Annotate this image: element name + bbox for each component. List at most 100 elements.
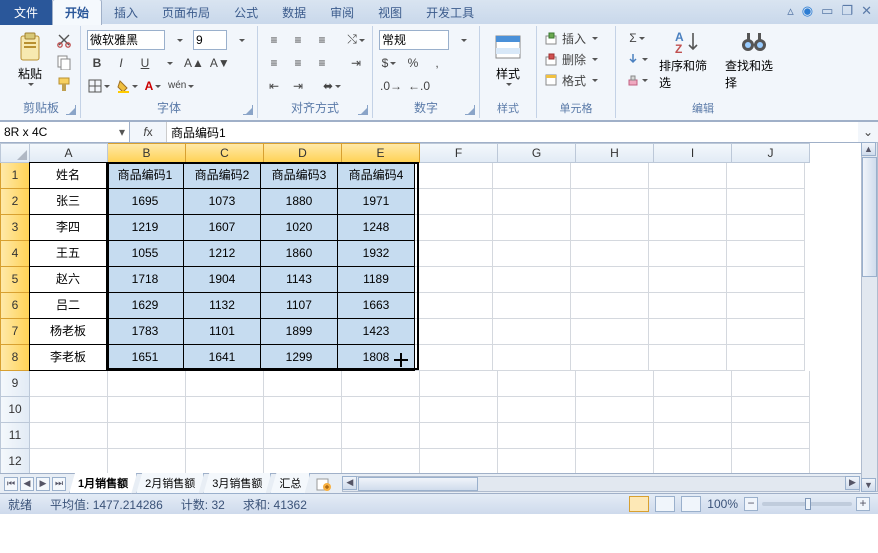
cell[interactable] <box>732 397 810 423</box>
cell[interactable]: 李四 <box>29 214 107 241</box>
horizontal-scrollbar[interactable]: ◀ ▶ <box>342 476 860 492</box>
row-header[interactable]: 8 <box>0 345 30 371</box>
clipboard-launcher-icon[interactable] <box>66 105 76 115</box>
cell[interactable] <box>571 189 649 215</box>
styles-dropdown-icon[interactable] <box>504 84 512 90</box>
cell[interactable]: 1073 <box>183 188 261 215</box>
cell[interactable] <box>186 371 264 397</box>
autosum-button[interactable]: Σ <box>622 28 652 48</box>
cell[interactable] <box>264 449 342 473</box>
cell[interactable]: 1718 <box>106 266 184 293</box>
alignment-launcher-icon[interactable] <box>358 105 368 115</box>
cell[interactable]: 1629 <box>106 292 184 319</box>
cell[interactable] <box>654 449 732 473</box>
accounting-format-button[interactable]: $ <box>379 53 399 73</box>
zoom-level[interactable]: 100% <box>707 497 738 511</box>
row-header[interactable]: 9 <box>0 371 30 397</box>
column-header[interactable]: F <box>420 143 498 163</box>
underline-dropdown-icon[interactable] <box>159 53 179 73</box>
name-box[interactable]: 8R x 4C ▾ <box>0 122 130 142</box>
cell[interactable] <box>498 449 576 473</box>
view-page-break-button[interactable] <box>681 496 701 512</box>
orientation-button[interactable]: ⤭ <box>346 30 366 50</box>
worksheet-grid[interactable]: ABCDEFGHIJ 1姓名商品编码1商品编码2商品编码3商品编码42张三169… <box>0 143 878 473</box>
decrease-indent-button[interactable]: ⇤ <box>264 76 284 96</box>
column-header[interactable]: C <box>186 143 264 163</box>
format-cells-button[interactable]: 格式 <box>543 70 609 90</box>
cell[interactable] <box>493 345 571 371</box>
italic-button[interactable]: I <box>111 53 131 73</box>
cell[interactable]: 1101 <box>183 318 261 345</box>
row-header[interactable]: 2 <box>0 189 30 215</box>
cell[interactable]: 1143 <box>260 266 338 293</box>
shrink-font-button[interactable]: A▼ <box>209 53 231 73</box>
cell[interactable] <box>493 215 571 241</box>
cell[interactable] <box>415 241 493 267</box>
expand-formula-bar-icon[interactable]: ⌄ <box>858 122 878 142</box>
cell[interactable]: 赵六 <box>29 266 107 293</box>
zoom-out-button[interactable]: − <box>744 497 758 511</box>
cell[interactable]: 1055 <box>106 240 184 267</box>
grow-font-button[interactable]: A▲ <box>183 53 205 73</box>
vscroll-thumb[interactable] <box>862 157 877 277</box>
hscroll-right-icon[interactable]: ▶ <box>845 476 860 490</box>
cell[interactable] <box>420 397 498 423</box>
cell[interactable] <box>727 319 805 345</box>
cell[interactable] <box>498 371 576 397</box>
cell[interactable]: 1248 <box>337 214 415 241</box>
zoom-in-button[interactable]: + <box>856 497 870 511</box>
cell[interactable]: 1904 <box>183 266 261 293</box>
cell[interactable] <box>420 423 498 449</box>
cell[interactable] <box>571 215 649 241</box>
row-header[interactable]: 1 <box>0 163 30 189</box>
sheet-nav-next-icon[interactable]: ▶ <box>36 477 50 491</box>
row-header[interactable]: 3 <box>0 215 30 241</box>
increase-indent-button[interactable]: ⇥ <box>288 76 308 96</box>
cell[interactable]: 1607 <box>183 214 261 241</box>
cell[interactable] <box>727 345 805 371</box>
cell[interactable] <box>727 267 805 293</box>
paste-button[interactable]: 粘贴 <box>8 28 52 92</box>
cell[interactable]: 1899 <box>260 318 338 345</box>
cell[interactable] <box>732 423 810 449</box>
cell[interactable] <box>498 397 576 423</box>
cell[interactable] <box>727 189 805 215</box>
vscroll-up-icon[interactable]: ▲ <box>861 142 876 156</box>
cell[interactable] <box>571 293 649 319</box>
cell[interactable]: 1423 <box>337 318 415 345</box>
tab-insert[interactable]: 插入 <box>102 0 150 25</box>
phonetic-button[interactable]: wén <box>167 76 195 96</box>
cell[interactable] <box>342 397 420 423</box>
cell[interactable] <box>342 449 420 473</box>
sheet-tab[interactable]: 3月销售额 <box>203 473 271 494</box>
cell[interactable] <box>727 293 805 319</box>
cell[interactable] <box>415 319 493 345</box>
cell[interactable] <box>576 423 654 449</box>
cell[interactable] <box>186 423 264 449</box>
cell[interactable] <box>727 241 805 267</box>
cell[interactable] <box>108 371 186 397</box>
cell[interactable] <box>415 215 493 241</box>
cell[interactable]: 1663 <box>337 292 415 319</box>
row-header[interactable]: 11 <box>0 423 30 449</box>
cell[interactable] <box>493 293 571 319</box>
font-size-dropdown-icon[interactable] <box>231 30 251 50</box>
number-launcher-icon[interactable] <box>465 105 475 115</box>
cell[interactable]: 商品编码4 <box>337 162 415 189</box>
cell[interactable] <box>654 397 732 423</box>
window-restore-icon[interactable]: ❐ <box>841 3 853 19</box>
cell[interactable]: 1880 <box>260 188 338 215</box>
cell[interactable] <box>186 397 264 423</box>
borders-button[interactable] <box>87 76 111 96</box>
increase-decimal-button[interactable]: .0→ <box>379 76 403 96</box>
cell[interactable] <box>732 449 810 473</box>
comma-button[interactable]: , <box>427 53 447 73</box>
wrap-text-button[interactable]: ⇥ <box>346 53 366 73</box>
cell[interactable]: 姓名 <box>29 162 107 189</box>
cell[interactable] <box>30 371 108 397</box>
cell[interactable]: 1971 <box>337 188 415 215</box>
hscroll-thumb[interactable] <box>358 477 478 491</box>
delete-cells-button[interactable]: 删除 <box>543 49 609 69</box>
cell[interactable] <box>30 397 108 423</box>
font-name-input[interactable] <box>87 30 165 50</box>
